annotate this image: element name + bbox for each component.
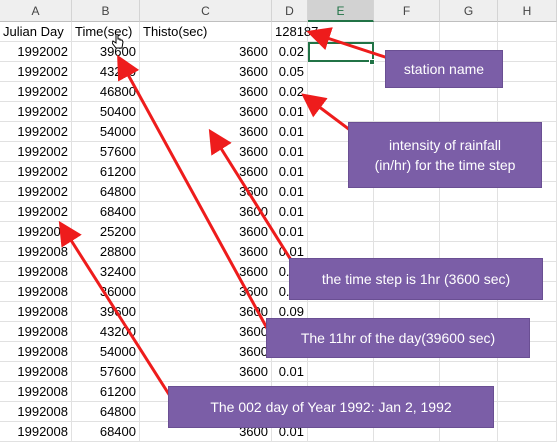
arrow-station <box>306 27 389 60</box>
arrow-day <box>58 220 172 397</box>
callout-day-text: The 002 day of Year 1992: Jan 2, 1992 <box>210 399 452 415</box>
arrow-intensity <box>301 93 351 132</box>
callout-station-text: station name <box>403 61 485 77</box>
callout-time-step: the time step is 1hr (3600 sec) <box>289 258 543 300</box>
callout-timestep-text: the time step is 1hr (3600 sec) <box>321 271 511 287</box>
cursor-icon <box>112 34 124 49</box>
callout-hour-of-day: The 11hr of the day(39600 sec) <box>266 318 530 358</box>
callout-rainfall-intensity: intensity of rainfall (in/hr) for the ti… <box>348 122 542 188</box>
callout-julian-day: The 002 day of Year 1992: Jan 2, 1992 <box>168 386 494 428</box>
callout-intensity-line1: intensity of rainfall <box>388 137 502 153</box>
callout-station-name: station name <box>385 50 503 88</box>
callout-hour-text: The 11hr of the day(39600 sec) <box>300 330 496 346</box>
callout-intensity-line2: (in/hr) for the time step <box>374 157 516 173</box>
arrow-hour <box>117 54 270 331</box>
